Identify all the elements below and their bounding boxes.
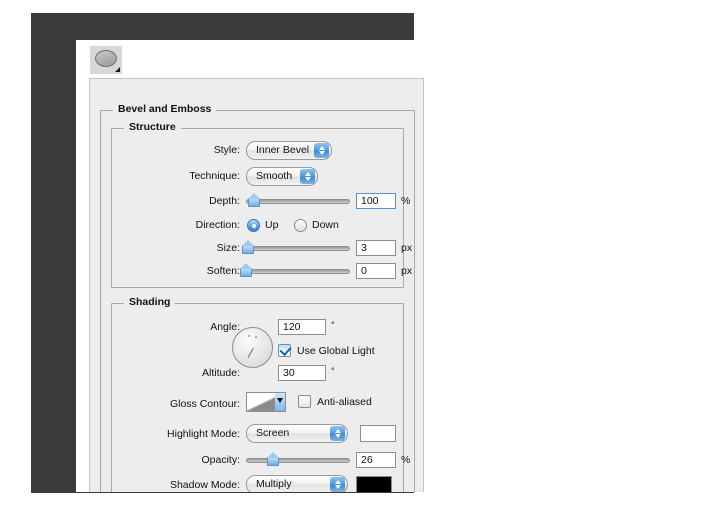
group-label-structure: Structure <box>124 121 181 133</box>
chevron-updown-icon <box>314 143 329 158</box>
highlight-opacity-slider-knob[interactable] <box>267 452 280 466</box>
gloss-contour-preview[interactable] <box>246 392 286 412</box>
style-label: Style: <box>213 144 240 156</box>
size-label: Size: <box>216 242 240 254</box>
soften-slider[interactable] <box>240 263 350 278</box>
shadow-color-swatch[interactable] <box>356 476 392 492</box>
group-label-bevel-and-emboss: Bevel and Emboss <box>113 103 217 115</box>
direction-down-label: Down <box>312 219 339 231</box>
angle-unit: ° <box>331 320 335 330</box>
highlight-opacity-slider[interactable] <box>246 452 350 467</box>
depth-slider-knob[interactable] <box>248 193 261 207</box>
size-slider-track <box>246 246 350 251</box>
angle-label: Angle: <box>210 321 240 333</box>
depth-input[interactable]: 100 <box>356 193 396 209</box>
angle-dial-needle <box>247 347 254 358</box>
shadow-mode-label: Shadow Mode: <box>169 479 240 491</box>
soften-input[interactable]: 0 <box>356 263 396 279</box>
use-global-light-label: Use Global Light <box>297 345 375 357</box>
angle-dial[interactable] <box>232 327 273 368</box>
layer-style-panel: Bevel and Emboss Structure Style: Inner … <box>89 78 424 492</box>
direction-up-label: Up <box>265 219 279 231</box>
layer-shape-thumbnail[interactable] <box>90 46 122 74</box>
size-unit: px <box>401 242 413 254</box>
chevron-updown-icon <box>330 477 345 492</box>
style-value: Inner Bevel <box>256 144 310 156</box>
depth-value: 100 <box>361 195 379 207</box>
window-bezel: Bevel and Emboss Structure Style: Inner … <box>31 13 424 493</box>
screenshot-stage: Bevel and Emboss Structure Style: Inner … <box>0 0 720 506</box>
depth-slider[interactable] <box>246 193 350 208</box>
direction-radio-down[interactable] <box>294 219 307 232</box>
soften-slider-knob[interactable] <box>240 263 252 277</box>
angle-input[interactable]: 120 <box>278 319 326 335</box>
size-value: 3 <box>361 242 367 254</box>
ellipse-icon <box>95 50 117 67</box>
size-slider[interactable] <box>242 240 350 255</box>
angle-dial-ticks <box>247 335 257 338</box>
anti-aliased-checkbox[interactable] <box>298 395 311 408</box>
dialog-canvas: Bevel and Emboss Structure Style: Inner … <box>76 40 424 492</box>
corner-triangle-icon <box>115 67 120 72</box>
size-input[interactable]: 3 <box>356 240 396 256</box>
altitude-label: Altitude: <box>202 367 240 379</box>
technique-dropdown[interactable]: Smooth <box>246 167 318 186</box>
anti-aliased-label: Anti-aliased <box>317 396 372 408</box>
chevron-down-icon <box>275 393 285 411</box>
highlight-opacity-input[interactable]: 26 <box>356 452 396 468</box>
highlight-opacity-unit: % <box>401 454 411 466</box>
group-shading: Shading Angle: 120 ° Use Global Light Al… <box>111 296 410 492</box>
technique-value: Smooth <box>256 170 293 182</box>
depth-label: Depth: <box>209 195 240 207</box>
direction-label: Direction: <box>195 219 240 231</box>
highlight-mode-value: Screen <box>256 427 290 439</box>
chevron-updown-icon <box>330 426 345 441</box>
highlight-color-swatch[interactable] <box>360 425 396 442</box>
group-structure: Structure Style: Inner Bevel Technique: … <box>111 121 412 288</box>
gloss-contour-label: Gloss Contour: <box>169 398 240 410</box>
group-bevel-and-emboss: Bevel and Emboss Structure Style: Inner … <box>100 103 415 492</box>
direction-radio-up[interactable] <box>247 219 260 232</box>
group-label-shading: Shading <box>124 296 176 308</box>
highlight-mode-label: Highlight Mode: <box>167 428 240 440</box>
altitude-input[interactable]: 30 <box>278 365 326 381</box>
altitude-value: 30 <box>283 367 295 379</box>
shadow-mode-value: Multiply <box>256 478 292 490</box>
highlight-opacity-slider-track <box>246 458 350 463</box>
depth-unit: % <box>401 195 411 207</box>
highlight-opacity-value: 26 <box>361 454 373 466</box>
shadow-mode-dropdown[interactable]: Multiply <box>246 475 348 492</box>
size-slider-knob[interactable] <box>242 240 255 254</box>
chevron-updown-icon <box>300 169 315 184</box>
depth-slider-track <box>246 199 350 204</box>
highlight-mode-dropdown[interactable]: Screen <box>246 424 348 443</box>
soften-slider-track <box>246 269 350 274</box>
style-dropdown[interactable]: Inner Bevel <box>246 141 332 160</box>
angle-value: 120 <box>283 321 301 333</box>
soften-unit: px <box>401 265 413 277</box>
altitude-unit: ° <box>331 366 335 376</box>
soften-value: 0 <box>361 265 367 277</box>
highlight-opacity-label: Opacity: <box>201 454 240 466</box>
soften-label: Soften: <box>206 265 240 277</box>
use-global-light-checkbox[interactable] <box>278 344 291 357</box>
technique-label: Technique: <box>189 170 240 182</box>
